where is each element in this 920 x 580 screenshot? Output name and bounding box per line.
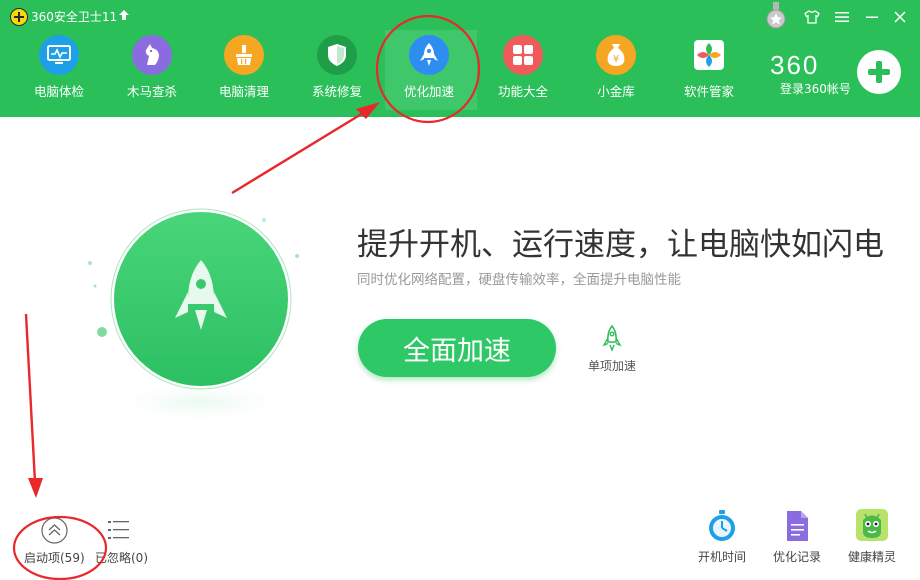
nav-item-system-repair[interactable]: 系统修复	[293, 30, 385, 110]
add-plus-button[interactable]	[857, 50, 901, 94]
rocket-icon	[409, 35, 449, 75]
money-bag-icon: ¥	[596, 35, 636, 75]
list-icon	[108, 521, 129, 539]
medal-icon[interactable]	[764, 2, 788, 30]
nav-item-cleanup[interactable]: 电脑清理	[200, 30, 292, 110]
upgrade-arrow-icon[interactable]	[118, 9, 130, 21]
optimize-log-button[interactable]: 优化记录	[767, 508, 827, 568]
title-bar: 360安全卫士11	[0, 0, 920, 32]
grid-icon	[503, 35, 543, 75]
android-sprite-icon	[856, 509, 888, 541]
boot-time-button[interactable]: 开机时间	[692, 508, 752, 568]
nav-item-trojan-scan[interactable]: 木马查杀	[108, 30, 200, 110]
nav-item-optimize-accelerate[interactable]: 优化加速	[385, 30, 477, 110]
software-icon	[689, 35, 729, 75]
brand-360-logo: 360	[770, 50, 820, 80]
monitor-checkup-icon	[39, 35, 79, 75]
ignored-items-label: 已忽略(0)	[95, 551, 148, 565]
annotation-arrowhead-startup	[28, 478, 43, 498]
full-accelerate-button[interactable]: 全面加速	[358, 319, 556, 377]
shield-icon	[317, 35, 357, 75]
nav-item-software-manager[interactable]: 软件管家	[665, 30, 757, 110]
document-icon	[787, 511, 808, 541]
broom-icon	[224, 35, 264, 75]
startup-items-label: 启动项(59)	[24, 551, 85, 565]
main-subline: 同时优化网络配置，硬盘传输效率，全面提升电脑性能	[357, 272, 681, 288]
menu-icon[interactable]	[831, 6, 853, 28]
nav-item-features[interactable]: 功能大全	[479, 30, 571, 110]
top-header: 360安全卫士11 电脑体检 木马查杀 电脑清理 系统修复 优化加速 功能大全 …	[0, 0, 920, 117]
nav-item-checkup[interactable]: 电脑体检	[15, 30, 107, 110]
close-icon[interactable]	[889, 6, 911, 28]
minimize-icon[interactable]	[861, 6, 883, 28]
svg-text:¥: ¥	[613, 54, 619, 65]
skin-tshirt-icon[interactable]	[801, 6, 823, 28]
single-accelerate-button[interactable]: 单项加速	[584, 322, 640, 373]
chevron-up-double-icon	[41, 517, 68, 544]
stopwatch-icon	[709, 510, 735, 541]
rocket-hero-illustration	[88, 208, 299, 422]
rocket-outline-icon	[602, 324, 622, 352]
nav-item-treasury[interactable]: ¥ 小金库	[572, 30, 664, 110]
app-title: 360安全卫士11	[31, 10, 118, 24]
annotation-arrow-to-startup	[24, 313, 37, 483]
main-headline: 提升开机、运行速度，让电脑快如闪电	[357, 227, 884, 263]
login-link[interactable]: 登录360帐号	[780, 80, 851, 97]
health-sprite-button[interactable]: 健康精灵	[842, 508, 902, 568]
app-logo-icon	[10, 8, 28, 26]
annotation-arrow-to-optimize	[231, 108, 369, 195]
horse-icon	[132, 35, 172, 75]
